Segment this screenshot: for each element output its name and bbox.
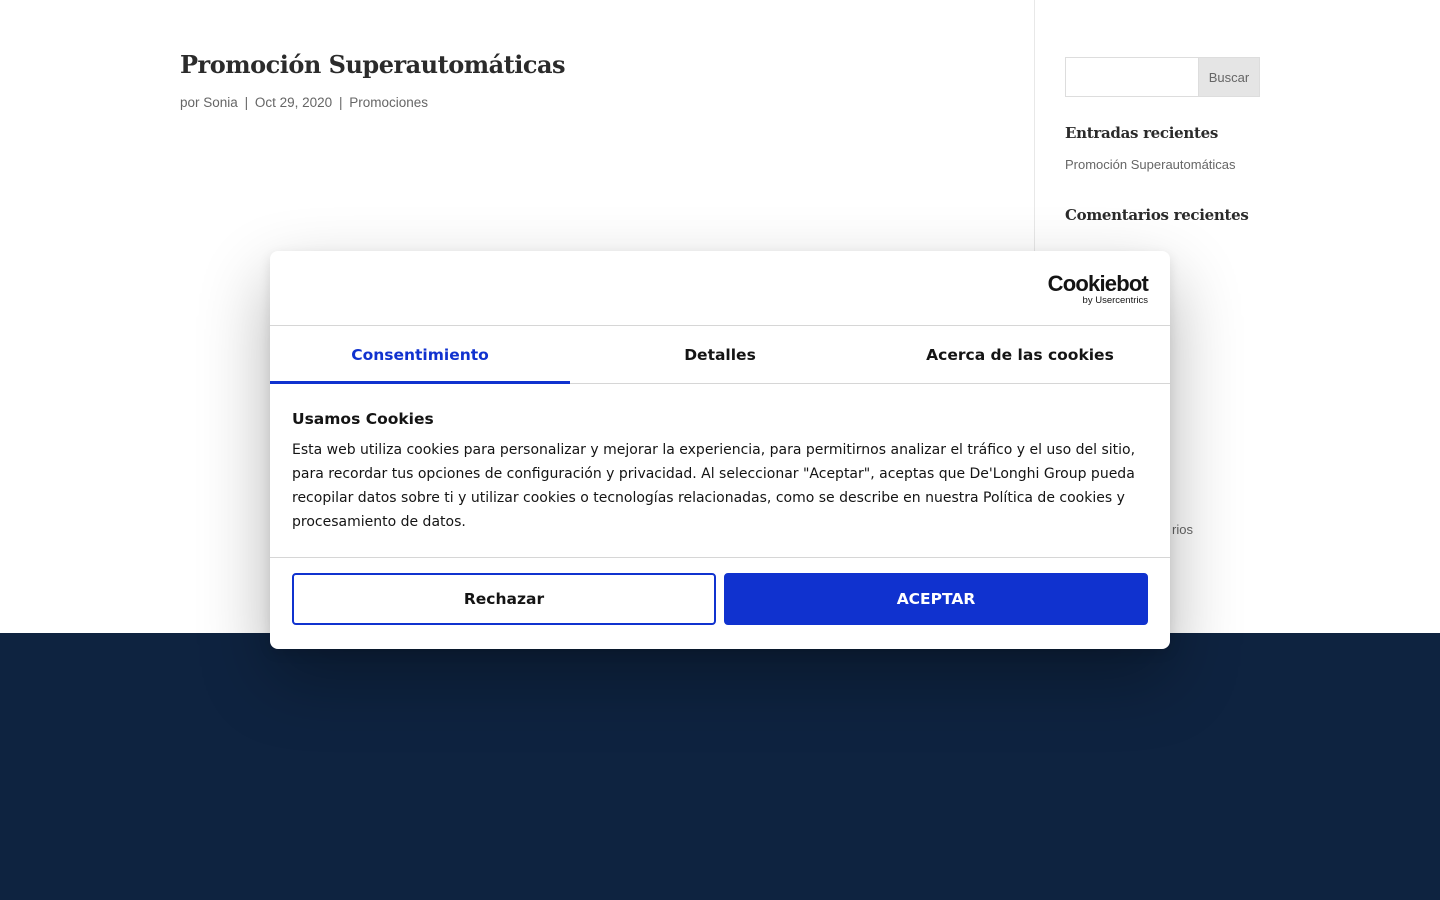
dialog-body: Usamos Cookies Esta web utiliza cookies … <box>270 384 1170 558</box>
category-link[interactable]: Promociones <box>349 95 428 110</box>
dialog-tabs: Consentimiento Detalles Acerca de las co… <box>270 326 1170 384</box>
recent-post-link[interactable]: Promoción Superautomáticas <box>1065 157 1236 172</box>
dialog-footer: Rechazar ACEPTAR <box>270 558 1170 640</box>
search-input[interactable] <box>1065 57 1198 97</box>
tab-details[interactable]: Detalles <box>570 326 870 383</box>
dialog-header: Cookiebot by Usercentrics <box>270 251 1170 326</box>
meta-prefix: por <box>180 95 200 110</box>
cookiebot-logo: Cookiebot by Usercentrics <box>1047 271 1149 306</box>
sidebar-partial-link[interactable]: rios <box>1172 522 1193 537</box>
meta-separator: | <box>338 95 343 110</box>
reject-button[interactable]: Rechazar <box>292 573 716 625</box>
accept-button[interactable]: ACEPTAR <box>724 573 1148 625</box>
logo-subtitle: by Usercentrics <box>1082 295 1148 306</box>
search-button[interactable]: Buscar <box>1198 57 1260 97</box>
tab-about-cookies[interactable]: Acerca de las cookies <box>870 326 1170 383</box>
logo-wordmark: Cookiebot <box>1047 271 1149 296</box>
post-date: Oct 29, 2020 <box>254 95 333 110</box>
tab-consent[interactable]: Consentimiento <box>270 326 570 384</box>
recent-comments-title: Comentarios recientes <box>1065 206 1249 224</box>
post-meta: por Sonia | Oct 29, 2020 | Promociones <box>180 95 428 110</box>
footer-band <box>0 633 1440 900</box>
meta-separator: | <box>244 95 249 110</box>
recent-posts-title: Entradas recientes <box>1065 124 1219 142</box>
search-form: Buscar <box>1065 57 1260 97</box>
author-link[interactable]: Sonia <box>203 95 238 110</box>
post-title: Promoción Superautomáticas <box>180 50 566 79</box>
consent-heading: Usamos Cookies <box>292 410 434 428</box>
consent-text: Esta web utiliza cookies para personaliz… <box>292 442 1136 530</box>
cookie-consent-dialog: Cookiebot by Usercentrics Consentimiento… <box>270 251 1170 649</box>
